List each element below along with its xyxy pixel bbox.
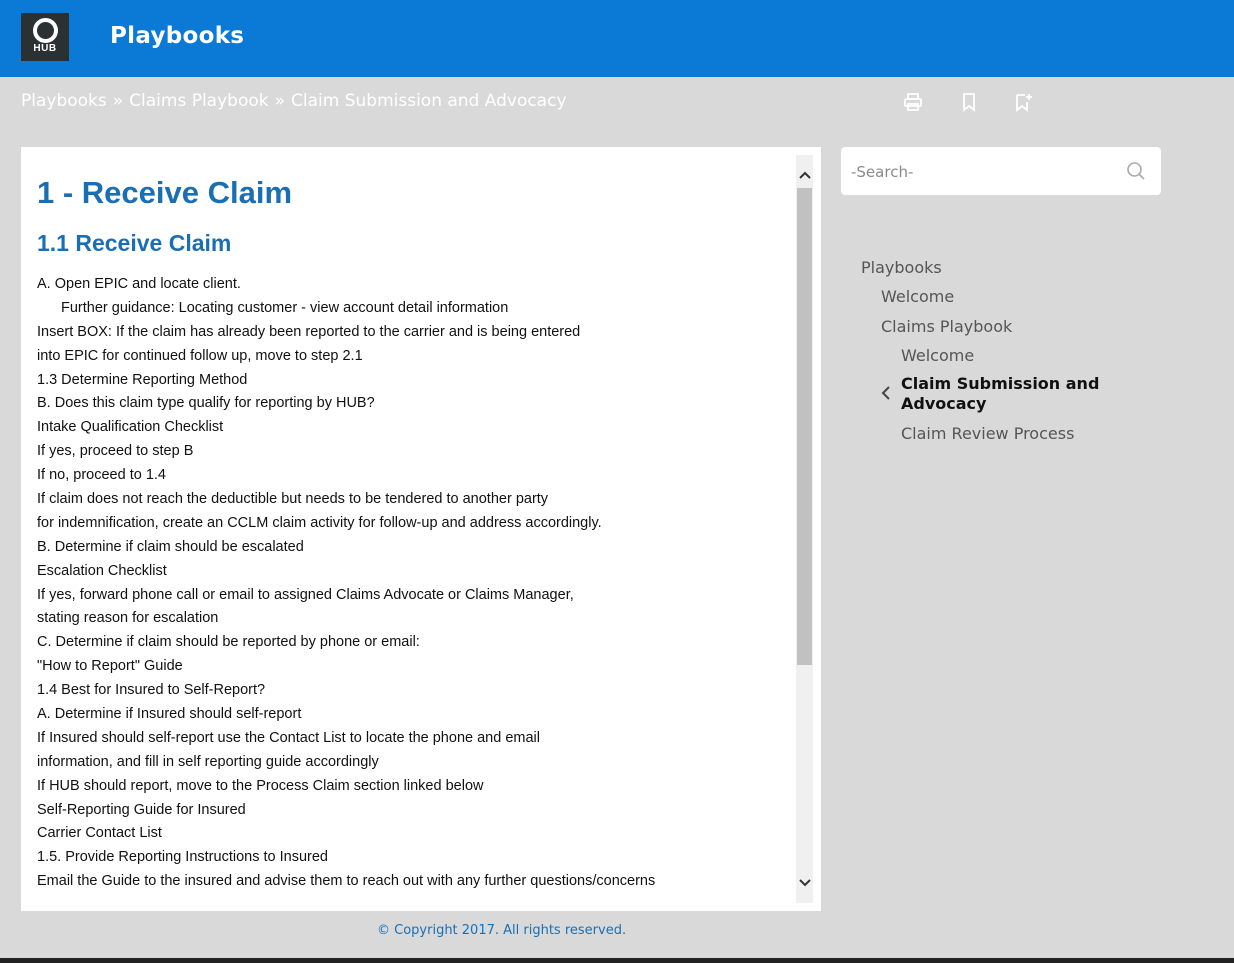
document-line: If yes, forward phone call or email to a… <box>37 586 574 603</box>
logo-text: HUB <box>33 43 57 54</box>
document-line: C. Determine if claim should be reported… <box>37 634 420 651</box>
scroll-down-arrow-icon[interactable] <box>796 868 813 898</box>
document-line: for indemnification, create an CCLM clai… <box>37 514 602 531</box>
document-line: Intake Qualification Checklist <box>37 419 224 436</box>
top-bar: HUB Playbooks <box>0 0 1234 77</box>
document-line: If yes, proceed to step B <box>37 443 194 460</box>
breadcrumb-claims-playbook[interactable]: Claims Playbook <box>129 91 268 111</box>
document-line: If HUB should report, move to the Proces… <box>37 777 484 794</box>
add-bookmark-icon[interactable] <box>1014 92 1034 112</box>
nav-item-claims-welcome[interactable]: Welcome <box>901 346 974 365</box>
breadcrumb-separator: » <box>112 91 124 111</box>
section-title: 1.1 Receive Claim <box>37 230 232 256</box>
app-title[interactable]: Playbooks <box>110 23 244 49</box>
nav-item-claims-playbook[interactable]: Claims Playbook <box>881 317 1012 336</box>
document-line: B. Does this claim type qualify for repo… <box>37 395 375 412</box>
document-line: Self-Reporting Guide for Insured <box>37 801 246 818</box>
search-box <box>841 147 1161 195</box>
breadcrumb-playbooks[interactable]: Playbooks <box>21 91 107 111</box>
document-line: A. Determine if Insured should self-repo… <box>37 706 302 723</box>
hub-logo[interactable]: HUB <box>21 13 69 61</box>
document-line: Carrier Contact List <box>37 825 162 842</box>
document-line: Further guidance: Locating customer - vi… <box>61 299 509 316</box>
document-line: 1.4 Best for Insured to Self-Report? <box>37 682 266 699</box>
nav-item-claim-review[interactable]: Claim Review Process <box>901 424 1074 443</box>
document-line: Email the Guide to the insured and advis… <box>37 873 656 890</box>
bookmark-icon[interactable] <box>959 92 979 112</box>
logo-ring-icon <box>33 18 58 43</box>
document-line: If Insured should self-report use the Co… <box>37 729 540 746</box>
bottom-edge <box>0 958 1234 963</box>
breadcrumb-separator: » <box>274 91 286 111</box>
document-line: B. Determine if claim should be escalate… <box>37 538 304 555</box>
document-line: If claim does not reach the deductible b… <box>37 491 549 508</box>
search-icon[interactable] <box>1126 161 1146 181</box>
document-scrollbar[interactable] <box>796 155 813 903</box>
document-line: Escalation Checklist <box>37 562 167 579</box>
copyright-text: © Copyright 2017. All rights reserved. <box>377 923 627 938</box>
document-line: A. Open EPIC and locate client. <box>37 276 241 292</box>
document-body: A. Open EPIC and locate client. Further g… <box>37 273 797 894</box>
print-icon[interactable] <box>903 92 923 112</box>
document-line: stating reason for escalation <box>37 610 219 627</box>
nav-item-playbooks[interactable]: Playbooks <box>861 258 942 277</box>
document-line: 1.5. Provide Reporting Instructions to I… <box>37 849 328 866</box>
breadcrumb-current[interactable]: Claim Submission and Advocacy <box>291 91 567 111</box>
chevron-left-icon <box>881 386 890 400</box>
document-content: 1 - Receive Claim 1.1 Receive Claim A. O… <box>37 175 797 894</box>
document-line: into EPIC for continued follow up, move … <box>37 347 363 364</box>
document-panel: 1 - Receive Claim 1.1 Receive Claim A. O… <box>21 147 821 911</box>
scroll-up-arrow-icon[interactable] <box>796 160 813 190</box>
document-line: 1.3 Determine Reporting Method <box>37 371 248 388</box>
document-line: "How to Report" Guide <box>37 658 183 675</box>
nav-item-claim-submission[interactable]: Claim Submission and Advocacy <box>901 374 1131 414</box>
nav-item-welcome[interactable]: Welcome <box>881 287 954 306</box>
document-line: Insert BOX: If the claim has already bee… <box>37 323 581 340</box>
breadcrumb: Playbooks» Claims Playbook» Claim Submissi… <box>21 91 567 111</box>
page-title: 1 - Receive Claim <box>37 175 293 210</box>
document-line: If no, proceed to 1.4 <box>37 467 166 484</box>
document-line: information, and fill in self reporting … <box>37 753 379 770</box>
search-input[interactable] <box>849 157 1113 187</box>
scroll-thumb[interactable] <box>797 188 812 665</box>
